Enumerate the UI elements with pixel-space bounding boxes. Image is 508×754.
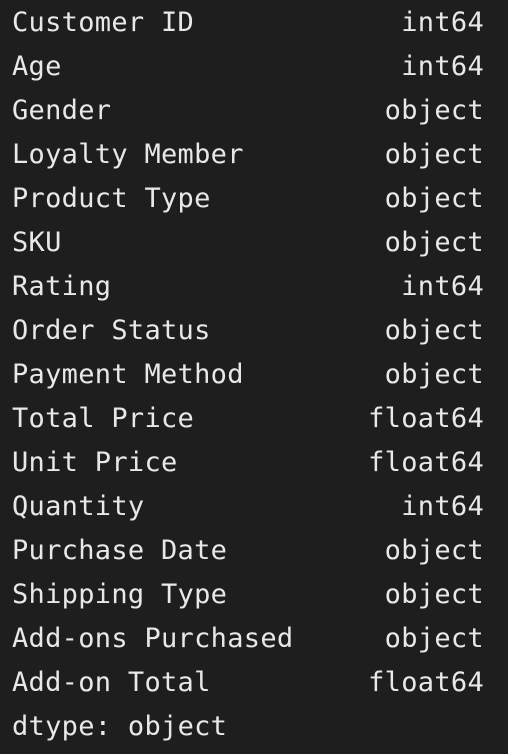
column-name: Add-ons Purchased	[12, 623, 294, 654]
column-dtype: int64	[401, 491, 484, 522]
dtypes-output: Customer ID int64 Age int64 Gender objec…	[12, 0, 484, 749]
column-dtype: object	[384, 359, 484, 390]
footer-label: dtype:	[12, 711, 112, 742]
column-dtype: object	[384, 623, 484, 654]
column-name: Rating	[12, 271, 112, 302]
dtype-row: Quantity int64	[12, 485, 484, 529]
column-name: Product Type	[12, 183, 211, 214]
column-name: SKU	[12, 227, 62, 258]
column-name: Customer ID	[12, 7, 195, 38]
column-dtype: object	[384, 579, 484, 610]
column-dtype: float64	[368, 667, 484, 698]
dtype-row: Loyalty Member object	[12, 133, 484, 177]
column-dtype: float64	[368, 447, 484, 478]
dtype-row: Customer ID int64	[12, 1, 484, 45]
dtype-row: Shipping Type object	[12, 573, 484, 617]
column-dtype: object	[384, 95, 484, 126]
dtype-row: Product Type object	[12, 177, 484, 221]
dtype-row: Age int64	[12, 45, 484, 89]
column-name: Unit Price	[12, 447, 178, 478]
dtype-footer: dtype: object	[12, 705, 484, 749]
column-name: Gender	[12, 95, 112, 126]
column-dtype: float64	[368, 403, 484, 434]
dtype-row: Rating int64	[12, 265, 484, 309]
dtype-row: Total Price float64	[12, 397, 484, 441]
dtype-row: Gender object	[12, 89, 484, 133]
column-name: Age	[12, 51, 62, 82]
column-name: Payment Method	[12, 359, 244, 390]
column-name: Shipping Type	[12, 579, 228, 610]
column-name: Total Price	[12, 403, 195, 434]
dtype-row: Payment Method object	[12, 353, 484, 397]
column-dtype: object	[384, 535, 484, 566]
column-dtype: object	[384, 315, 484, 346]
column-name: Quantity	[12, 491, 145, 522]
dtype-row: Add-on Total float64	[12, 661, 484, 705]
column-dtype: int64	[401, 51, 484, 82]
dtype-row: Order Status object	[12, 309, 484, 353]
footer-value: object	[127, 711, 228, 742]
column-dtype: object	[384, 227, 484, 258]
column-dtype: int64	[401, 271, 484, 302]
column-name: Order Status	[12, 315, 211, 346]
column-dtype: object	[384, 183, 484, 214]
column-dtype: object	[384, 139, 484, 170]
dtype-row: Unit Price float64	[12, 441, 484, 485]
column-name: Loyalty Member	[12, 139, 244, 170]
column-name: Purchase Date	[12, 535, 228, 566]
column-name: Add-on Total	[12, 667, 211, 698]
column-dtype: int64	[401, 7, 484, 38]
dtype-row: Add-ons Purchased object	[12, 617, 484, 661]
dtype-row: Purchase Date object	[12, 529, 484, 573]
dtype-row: SKU object	[12, 221, 484, 265]
